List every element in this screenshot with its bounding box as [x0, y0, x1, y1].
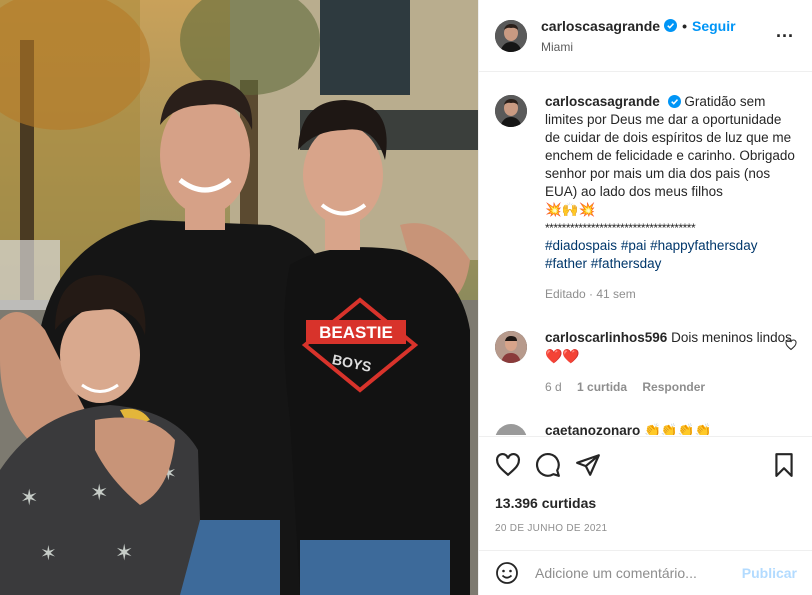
- comment-icon[interactable]: [535, 452, 561, 478]
- emoji-icon[interactable]: [495, 561, 519, 585]
- share-icon[interactable]: [575, 452, 601, 478]
- author-avatar[interactable]: [495, 19, 527, 52]
- likes-count[interactable]: 13.396 curtidas: [495, 495, 797, 511]
- commenter-username[interactable]: caetanozonaro: [545, 423, 640, 435]
- comment-hearts: ❤️❤️: [545, 348, 580, 364]
- verified-badge-icon: [664, 19, 678, 32]
- svg-text:✶: ✶: [90, 480, 108, 505]
- separator-dot: •: [682, 17, 687, 34]
- commenter-username[interactable]: carloscarlinhos596: [545, 330, 667, 345]
- hashtag-link[interactable]: #happyfathersday: [650, 238, 757, 253]
- post-location[interactable]: Miami: [541, 40, 797, 54]
- post-header: carloscasagrande • Seguir Miami ...: [479, 0, 812, 72]
- comment-input[interactable]: [535, 565, 734, 581]
- comment-time: 6 d: [545, 380, 562, 394]
- comment-item: caetanozonaro 👏👏👏👏: [495, 422, 797, 435]
- comment-likes[interactable]: 1 curtida: [577, 380, 627, 394]
- hashtag-link[interactable]: #pai: [621, 238, 647, 253]
- post-photo[interactable]: BEASTIE BOYS ✶ ✶ ✶ ✶ ✶: [0, 0, 478, 595]
- hashtag-link[interactable]: #fathersday: [591, 256, 662, 271]
- post-actions: 13.396 curtidas 20 DE JUNHO DE 2021: [479, 436, 812, 558]
- caption-hashtags: #diadospais #pai #happyfathersday #fathe…: [545, 237, 797, 273]
- caption-username[interactable]: carloscasagrande: [545, 94, 660, 109]
- caption-stars: ************************************: [545, 221, 696, 235]
- add-comment-bar: Publicar: [479, 550, 812, 595]
- svg-text:✶: ✶: [20, 485, 38, 510]
- caption: carloscasagrande Gratidão sem limites po…: [495, 93, 797, 303]
- commenter-avatar[interactable]: [495, 424, 527, 435]
- comment-item: carloscarlinhos596 Dois meninos lindos ❤…: [495, 329, 797, 396]
- comments-section[interactable]: carloscasagrande Gratidão sem limites po…: [479, 73, 812, 435]
- svg-text:✶: ✶: [40, 543, 57, 565]
- caption-avatar[interactable]: [495, 95, 527, 127]
- more-options-icon[interactable]: ...: [775, 22, 795, 46]
- follow-button[interactable]: Seguir: [692, 18, 736, 34]
- comment-text: Dois meninos lindos: [671, 330, 792, 345]
- hashtag-link[interactable]: #diadospais: [545, 238, 617, 253]
- family-photo-illustration: BEASTIE BOYS ✶ ✶ ✶ ✶ ✶: [0, 0, 478, 595]
- svg-text:✶: ✶: [115, 540, 133, 565]
- hashtag-link[interactable]: #father: [545, 256, 587, 271]
- heart-icon[interactable]: [495, 452, 521, 478]
- commenter-avatar[interactable]: [495, 331, 527, 363]
- verified-badge-icon: [667, 95, 681, 108]
- caption-emojis: 💥🙌💥: [545, 202, 596, 217]
- reply-button[interactable]: Responder: [642, 380, 705, 394]
- post-details-panel: carloscasagrande • Seguir Miami ... carl…: [478, 0, 812, 595]
- save-icon[interactable]: [771, 452, 797, 478]
- publish-button[interactable]: Publicar: [742, 565, 797, 581]
- caption-edited-time: Editado · 41 sem: [545, 287, 636, 301]
- author-username[interactable]: carloscasagrande: [541, 18, 660, 34]
- post-date: 20 DE JUNHO DE 2021: [495, 523, 608, 534]
- shirt-logo-text-1: BEASTIE: [319, 323, 393, 342]
- comment-like-heart-icon[interactable]: [785, 339, 797, 351]
- comment-text: 👏👏👏👏: [644, 423, 712, 435]
- caption-text: Gratidão sem limites por Deus me dar a o…: [545, 94, 795, 199]
